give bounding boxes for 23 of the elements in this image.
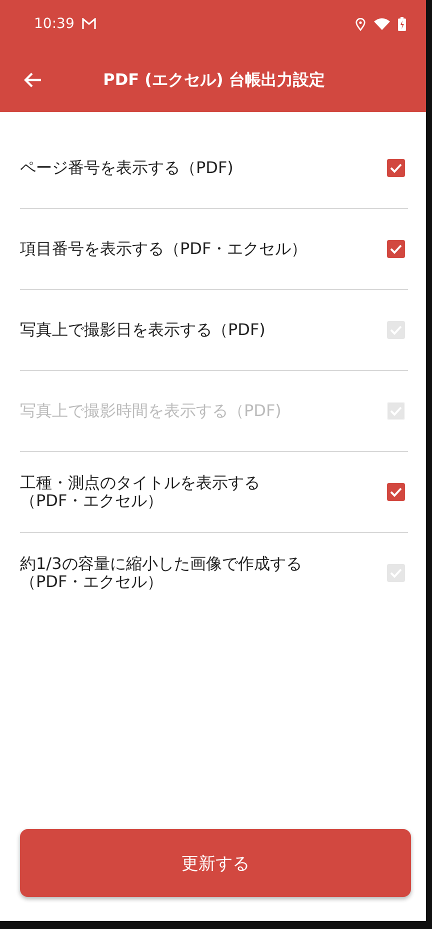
wifi-icon <box>374 18 390 30</box>
check-icon <box>390 163 402 173</box>
mail-icon <box>82 18 96 30</box>
checkbox[interactable] <box>387 483 405 501</box>
setting-label: 写真上で撮影日を表示する（PDF) <box>20 320 266 340</box>
check-icon <box>390 244 402 254</box>
setting-label: 写真上で撮影時間を表示する（PDF) <box>20 402 282 420</box>
check-icon <box>390 406 402 416</box>
check-icon <box>390 325 402 335</box>
setting-label: 項目番号を表示する（PDF・エクセル） <box>20 240 308 258</box>
checkbox[interactable] <box>387 159 405 177</box>
battery-icon <box>398 17 406 31</box>
update-button[interactable]: 更新する <box>20 829 411 897</box>
setting-label: 工種・測点のタイトルを表示する （PDF・エクセル） <box>20 474 261 510</box>
location-icon <box>355 18 366 30</box>
checkbox[interactable] <box>387 240 405 258</box>
check-icon <box>390 568 402 578</box>
setting-label: 約1/3の容量に縮小した画像で作成する （PDF・エクセル） <box>20 554 303 592</box>
setting-label: ページ番号を表示する（PDF) <box>20 158 234 178</box>
check-icon <box>390 487 402 497</box>
status-time: 10:39 <box>34 16 74 32</box>
screen-title: PDF (エクセル) 台帳出力設定 <box>102 70 326 90</box>
back-arrow-icon[interactable] <box>24 72 42 88</box>
